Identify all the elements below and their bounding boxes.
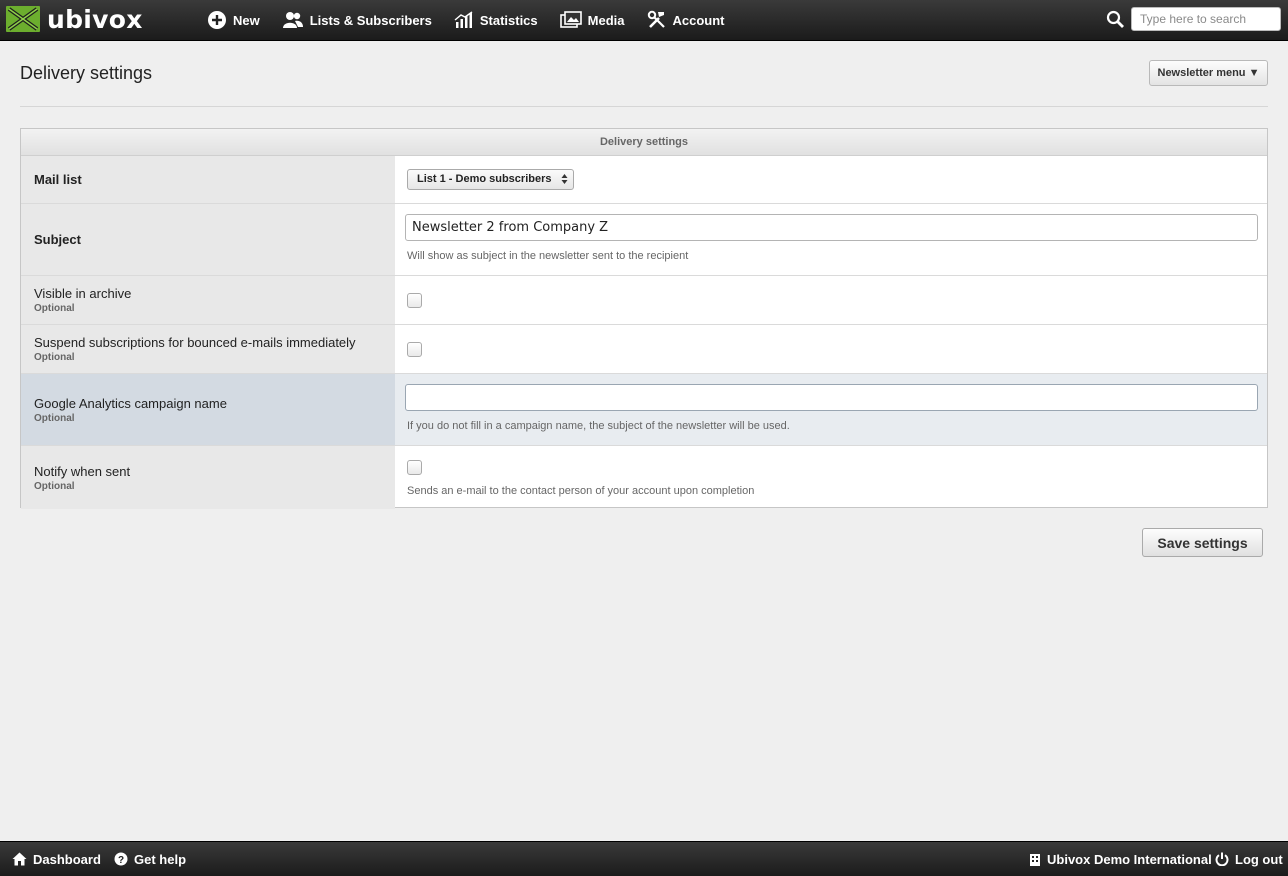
suspend-optional-label: Optional <box>34 352 75 363</box>
ga-field-cell: If you do not fill in a campaign name, t… <box>395 374 1267 445</box>
subject-field-cell: Will show as subject in the newsletter s… <box>395 204 1267 275</box>
delivery-settings-panel: Delivery settings Mail list List 1 - Dem… <box>20 128 1268 509</box>
row-notify-when-sent: Notify when sent Optional Sends an e-mai… <box>21 446 1267 509</box>
row-google-analytics: Google Analytics campaign name Optional … <box>21 374 1267 446</box>
notify-optional-label: Optional <box>34 480 75 492</box>
nav-account[interactable]: Account <box>647 0 725 40</box>
nav-media-label: Media <box>587 12 625 28</box>
ga-help-text: If you do not fill in a campaign name, t… <box>407 420 790 432</box>
home-icon <box>12 852 27 866</box>
row-suspend-bounced: Suspend subscriptions for bounced e-mail… <box>21 325 1267 374</box>
notify-field-cell: Sends an e-mail to the contact person of… <box>395 446 1267 509</box>
footer-help-link[interactable]: ? Get help <box>114 842 186 876</box>
subject-input[interactable] <box>405 214 1258 241</box>
subject-label: Subject <box>34 232 81 247</box>
help-icon: ? <box>114 852 128 866</box>
users-icon <box>282 11 304 29</box>
row-mail-list: Mail list List 1 - Demo subscribers <box>21 156 1267 204</box>
power-icon <box>1215 852 1229 866</box>
logo-mark-icon <box>6 6 40 32</box>
nav-new[interactable]: New <box>207 0 260 40</box>
search-input[interactable] <box>1131 7 1281 31</box>
svg-text:?: ? <box>118 855 124 866</box>
footer-dashboard-link[interactable]: Dashboard <box>12 842 101 876</box>
images-icon <box>559 11 582 29</box>
tools-icon <box>647 10 667 30</box>
row-visible-in-archive: Visible in archive Optional <box>21 276 1267 325</box>
notify-label: Notify when sent <box>34 463 131 479</box>
nav-new-label: New <box>233 12 260 28</box>
footer-account-link[interactable]: Ubivox Demo International <box>1029 842 1212 876</box>
ga-optional-label: Optional <box>34 412 75 424</box>
mail-list-select[interactable]: List 1 - Demo subscribers <box>407 169 574 190</box>
notify-checkbox[interactable] <box>407 460 422 475</box>
mail-list-selected-value: List 1 - Demo subscribers <box>417 173 552 185</box>
footer-help-label: Get help <box>134 851 187 867</box>
subject-label-cell: Subject <box>21 204 395 275</box>
nav-statistics[interactable]: Statistics <box>454 0 538 40</box>
ga-campaign-input[interactable] <box>405 384 1258 411</box>
save-settings-button[interactable]: Save settings <box>1142 528 1263 557</box>
archive-label-cell: Visible in archive Optional <box>21 276 395 324</box>
ga-label: Google Analytics campaign name <box>34 395 227 411</box>
search-icon[interactable] <box>1106 10 1125 34</box>
footer-bar: Dashboard ? Get help Ubivox Demo Interna… <box>0 841 1288 876</box>
subject-help-text: Will show as subject in the newsletter s… <box>407 250 689 262</box>
archive-field-cell <box>395 276 1267 324</box>
select-arrows-icon <box>561 173 568 192</box>
top-navigation-bar: ubivox New Lists & Subscribers Statistic… <box>0 0 1288 41</box>
logo-text: ubivox <box>47 4 143 34</box>
ubivox-logo[interactable]: ubivox <box>6 4 143 34</box>
notify-help-text: Sends an e-mail to the contact person of… <box>407 485 755 497</box>
mail-list-field-cell: List 1 - Demo subscribers <box>395 156 1267 203</box>
row-subject: Subject Will show as subject in the news… <box>21 204 1267 276</box>
nav-media[interactable]: Media <box>559 0 625 40</box>
footer-logout-link[interactable]: Log out <box>1215 842 1283 876</box>
footer-account-label: Ubivox Demo International <box>1047 851 1212 867</box>
nav-account-label: Account <box>672 12 725 28</box>
page-title: Delivery settings <box>20 63 153 83</box>
panel-title: Delivery settings <box>21 129 1267 156</box>
archive-checkbox[interactable] <box>407 293 422 308</box>
ga-label-cell: Google Analytics campaign name Optional <box>21 374 395 445</box>
mail-list-label: Mail list <box>34 172 82 187</box>
notify-label-cell: Notify when sent Optional <box>21 446 395 509</box>
suspend-field-cell <box>395 325 1267 373</box>
archive-label: Visible in archive <box>34 286 132 301</box>
archive-optional-label: Optional <box>34 303 75 314</box>
suspend-label-cell: Suspend subscriptions for bounced e-mail… <box>21 325 395 373</box>
newsletter-menu-button[interactable]: Newsletter menu ▼ <box>1149 60 1268 86</box>
header-divider <box>20 106 1268 107</box>
main-nav: New Lists & Subscribers Statistics Media… <box>207 0 747 40</box>
mail-list-label-cell: Mail list <box>21 156 395 203</box>
nav-lists-label: Lists & Subscribers <box>309 12 432 28</box>
nav-statistics-label: Statistics <box>479 12 538 28</box>
nav-lists-subscribers[interactable]: Lists & Subscribers <box>282 0 432 40</box>
suspend-checkbox[interactable] <box>407 342 422 357</box>
suspend-label: Suspend subscriptions for bounced e-mail… <box>34 335 356 350</box>
bar-chart-icon <box>454 11 474 29</box>
footer-logout-label: Log out <box>1235 851 1283 867</box>
plus-circle-icon <box>207 10 227 30</box>
building-icon <box>1029 853 1041 866</box>
footer-dashboard-label: Dashboard <box>33 851 101 867</box>
